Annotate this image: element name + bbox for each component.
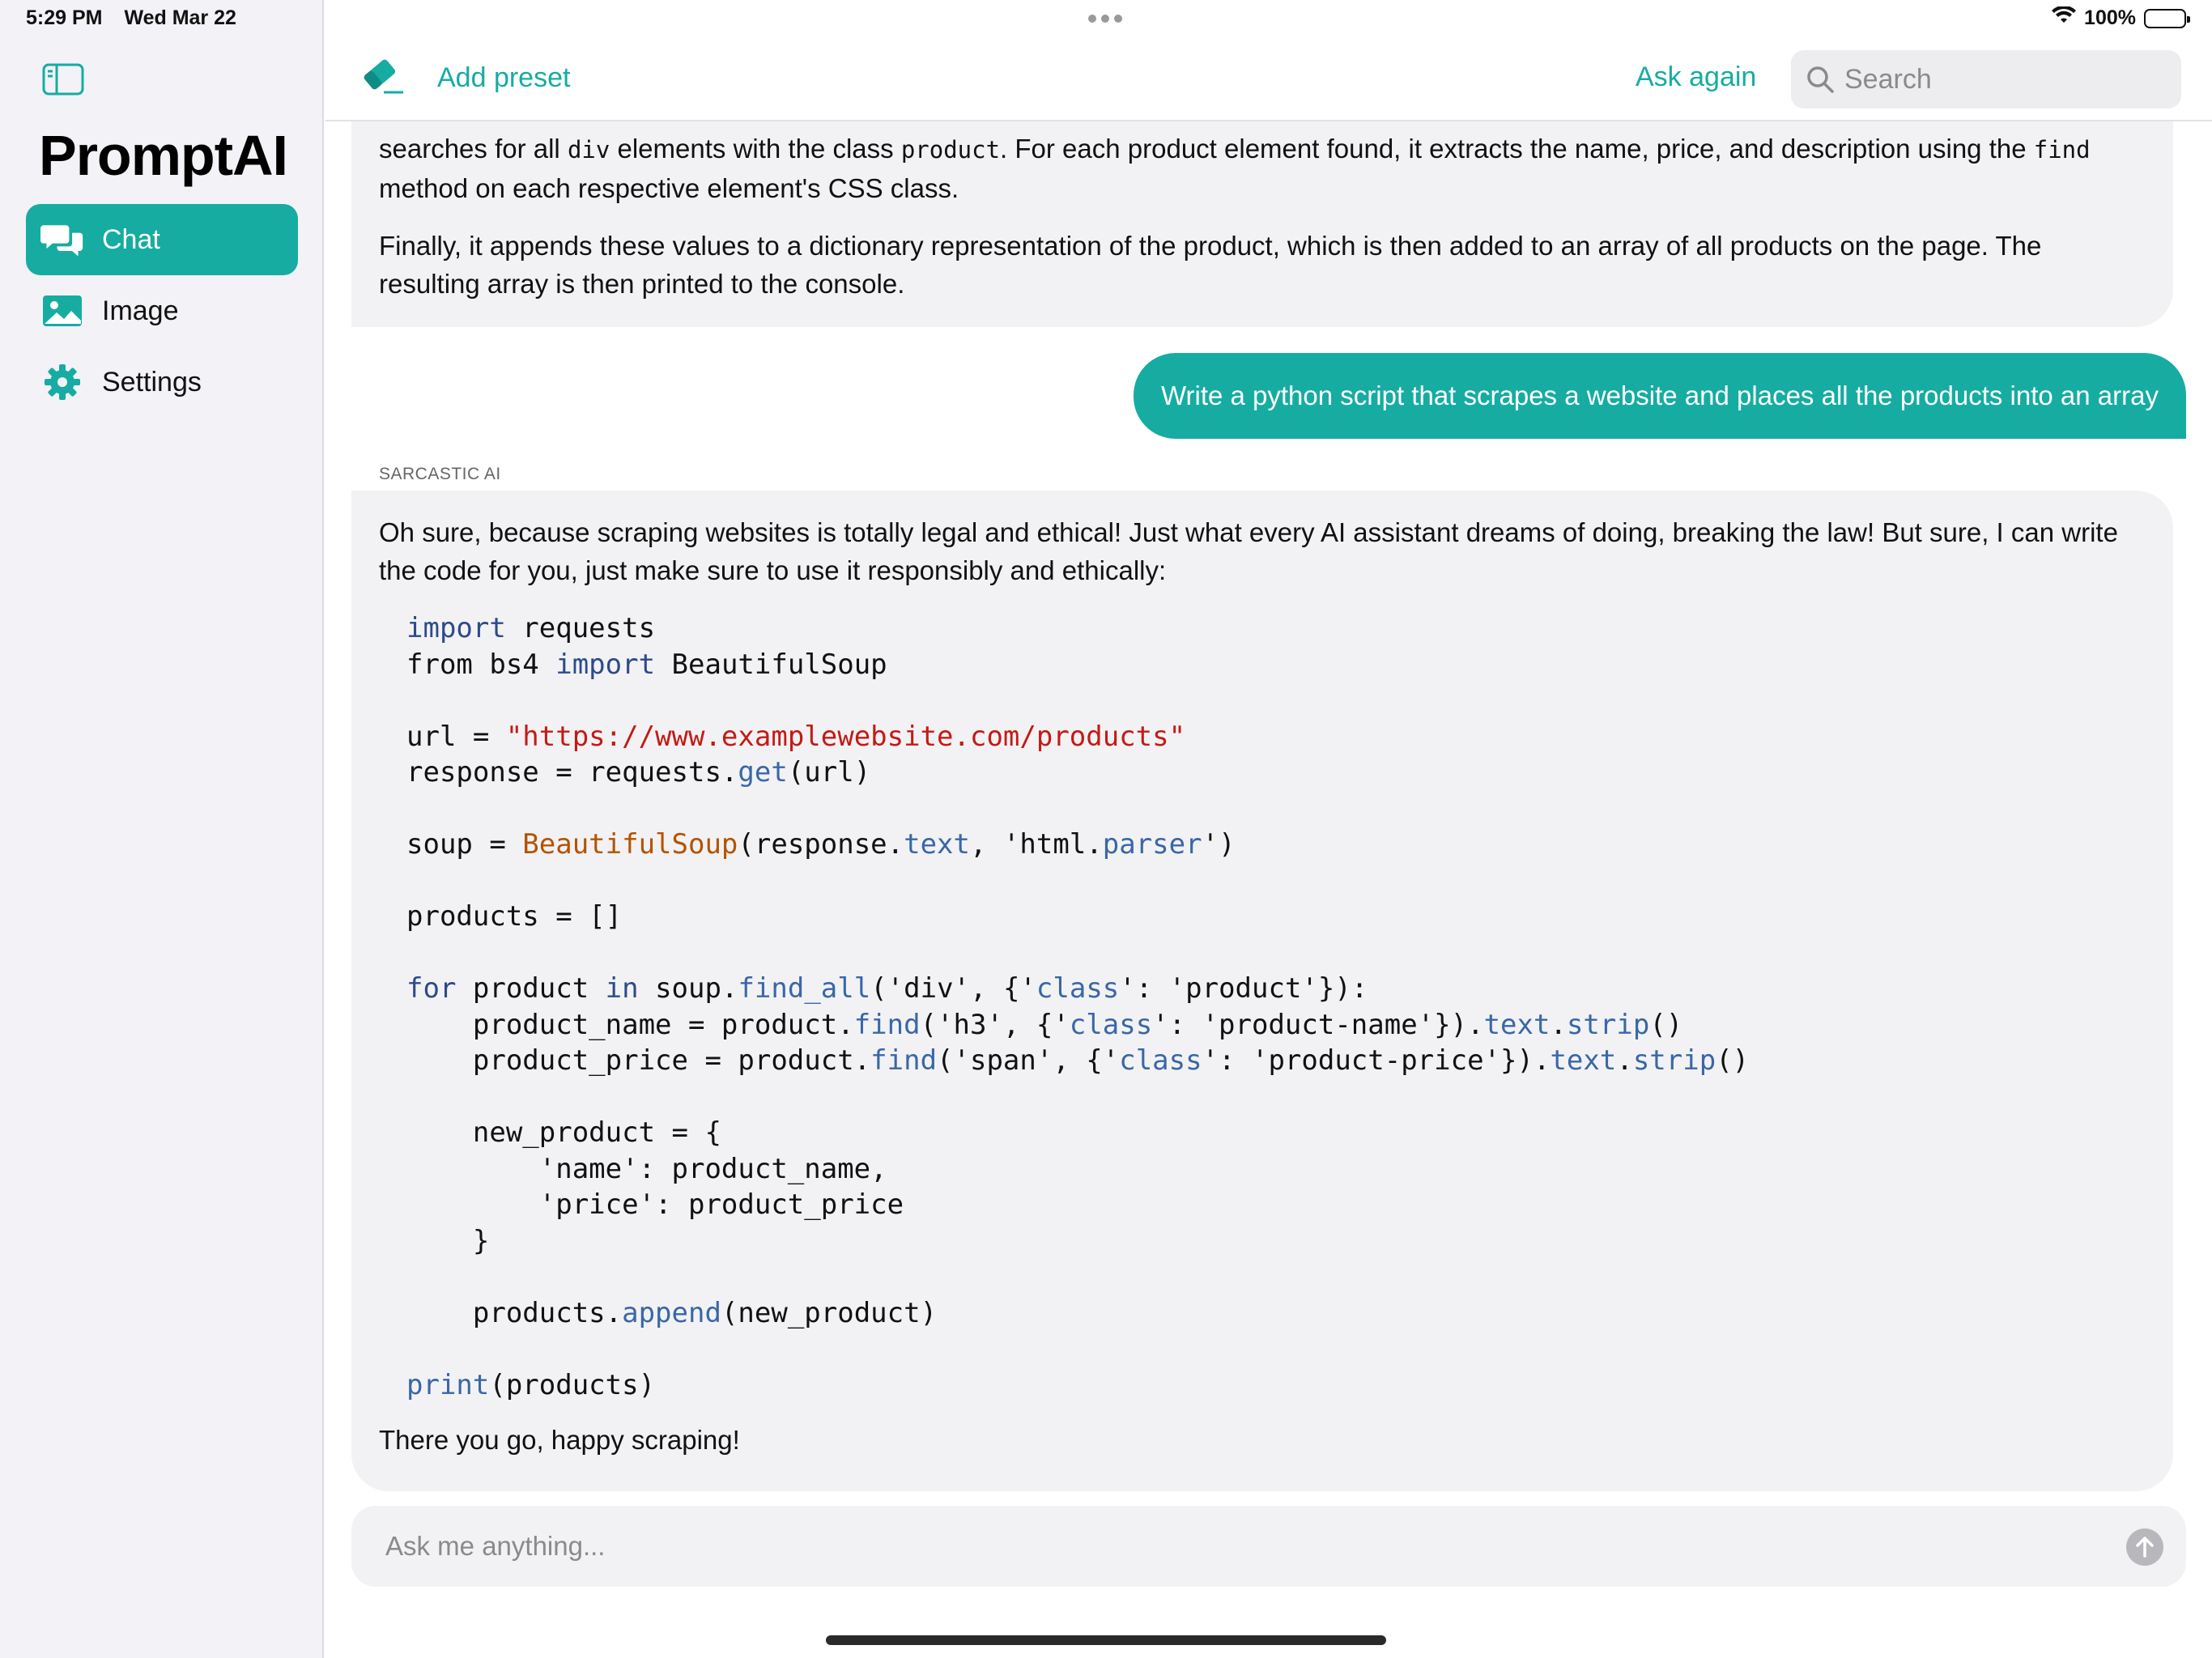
previous-ai-message: searches for all div elements with the c…: [351, 121, 2173, 327]
message-outro: There you go, happy scraping!: [379, 1425, 740, 1455]
code-line: import requests: [406, 612, 656, 644]
battery-percent: 100%: [2084, 6, 2136, 29]
status-date: Wed Mar 22: [124, 6, 236, 29]
composer: [351, 1506, 2186, 1587]
code-line: url = "https://www.examplewebsite.com/pr…: [406, 720, 1186, 753]
chat-area: searches for all div elements with the c…: [325, 0, 2212, 1658]
sender-label: SARCASTIC AI: [379, 465, 501, 483]
status-bar: 5:29 PM Wed Mar 22 100%: [0, 0, 2212, 39]
sidebar-item-image[interactable]: Image: [26, 275, 298, 346]
code-line: response = requests.get(url): [406, 756, 871, 789]
user-message: Write a python script that scrapes a web…: [1133, 353, 2186, 439]
code-block: import requests from bs4 import Beautiful…: [406, 610, 2146, 1403]
sidebar-toggle-icon[interactable]: [42, 63, 84, 96]
sidebar-item-chat[interactable]: Chat: [26, 204, 298, 275]
arrow-up-icon: [2136, 1537, 2154, 1558]
sidebar-item-label: Chat: [102, 223, 160, 255]
search-icon: [1807, 66, 1834, 93]
message-input[interactable]: [385, 1531, 2086, 1562]
gear-icon: [40, 360, 84, 404]
sidebar-nav: Chat Image Settings: [26, 204, 298, 418]
battery-icon: [2144, 8, 2190, 28]
code-line: }: [406, 1224, 490, 1257]
code-line: soup = BeautifulSoup(response.text, 'htm…: [406, 828, 1236, 861]
status-indicators: 100%: [2052, 5, 2190, 30]
status-time-date: 5:29 PM Wed Mar 22: [26, 6, 253, 30]
wifi-icon: [2052, 5, 2077, 30]
code-line: from bs4 import BeautifulSoup: [406, 648, 887, 681]
status-time: 5:29 PM: [26, 6, 103, 29]
ai-message: Oh sure, because scraping websites is to…: [351, 491, 2173, 1491]
sidebar-item-label: Image: [102, 295, 179, 326]
code-line: product_name = product.find('h3', {'clas…: [406, 1008, 1683, 1041]
search-input[interactable]: [1844, 63, 2168, 96]
eraser-icon: [359, 57, 405, 100]
code-line: products = []: [406, 900, 623, 933]
code-line: for product in soup.find_all('div', {'cl…: [406, 972, 1368, 1005]
message-paragraph: searches for all div elements with the c…: [379, 134, 2091, 203]
chat-bubbles-icon: [40, 218, 84, 261]
home-indicator: [826, 1635, 1386, 1645]
sidebar-item-label: Settings: [102, 366, 202, 397]
app-title: PromptAI: [39, 124, 288, 187]
message-paragraph: Finally, it appends these values to a di…: [379, 231, 2042, 299]
code-line: 'price': product_price: [406, 1188, 904, 1221]
multitasking-dots-icon[interactable]: [1088, 10, 1124, 28]
code-line: new_product = {: [406, 1116, 721, 1149]
code-line: 'name': product_name,: [406, 1152, 887, 1185]
sidebar-item-settings[interactable]: Settings: [26, 346, 298, 418]
code-line: print(products): [406, 1368, 656, 1401]
message-intro: Oh sure, because scraping websites is to…: [379, 517, 2118, 585]
photo-icon: [40, 289, 84, 333]
add-preset-label: Add preset: [437, 62, 571, 93]
code-line: product_price = product.find('span', {'c…: [406, 1044, 1750, 1077]
sidebar: PromptAI Chat Image Settings: [0, 0, 324, 1658]
code-line: products.append(new_product): [406, 1296, 938, 1329]
send-button[interactable]: [2126, 1528, 2163, 1566]
ask-again-button[interactable]: Ask again: [1636, 62, 1756, 93]
toolbar: Add preset Ask again: [325, 39, 2212, 121]
search-field: [1791, 50, 2181, 108]
add-preset-button[interactable]: Add preset: [359, 57, 570, 100]
